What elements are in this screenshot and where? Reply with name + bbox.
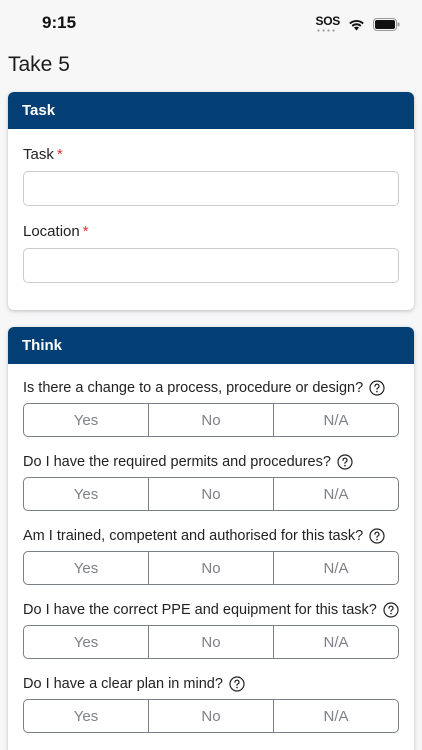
location-label-text: Location (23, 223, 80, 240)
answer-group-1: Yes No N/A (23, 403, 399, 437)
location-input[interactable] (23, 248, 399, 283)
question-text: Am I trained, competent and authorised f… (23, 528, 364, 544)
task-field-label: Task * (23, 146, 63, 163)
yes-button[interactable]: Yes (24, 700, 149, 732)
status-icons: SOS (315, 14, 400, 33)
yes-button[interactable]: Yes (24, 552, 149, 584)
yes-button[interactable]: Yes (24, 478, 149, 510)
task-input[interactable] (23, 171, 399, 206)
help-icon[interactable] (383, 602, 399, 618)
na-button[interactable]: N/A (274, 626, 398, 658)
sos-icon: SOS (315, 14, 341, 32)
help-icon[interactable] (369, 380, 385, 396)
page-title: Take 5 (8, 53, 70, 76)
think-card: Think Is there a change to a process, pr… (8, 327, 414, 750)
na-button[interactable]: N/A (274, 478, 398, 510)
status-bar: 9:15 SOS (0, 0, 422, 46)
task-card: Task Task * Location * (8, 92, 414, 310)
required-marker: * (82, 223, 89, 240)
answer-group-5: Yes No N/A (23, 699, 399, 733)
help-icon[interactable] (337, 454, 353, 470)
answer-group-3: Yes No N/A (23, 551, 399, 585)
battery-icon (373, 17, 400, 31)
task-label-text: Task (23, 146, 54, 163)
yes-button[interactable]: Yes (24, 404, 149, 436)
na-button[interactable]: N/A (274, 700, 398, 732)
required-marker: * (56, 146, 63, 163)
na-button[interactable]: N/A (274, 552, 398, 584)
no-button[interactable]: No (149, 552, 274, 584)
question-clear-plan: Do I have a clear plan in mind? (23, 676, 245, 692)
question-text: Do I have the required permits and proce… (23, 454, 331, 470)
no-button[interactable]: No (149, 404, 274, 436)
question-permits: Do I have the required permits and proce… (23, 454, 353, 470)
question-text: Is there a change to a process, procedur… (23, 380, 364, 396)
question-text: Do I have the correct PPE and equipment … (23, 602, 377, 618)
think-card-header: Think (8, 327, 414, 364)
sos-label: SOS (315, 14, 341, 28)
location-field-label: Location * (23, 223, 89, 240)
answer-group-2: Yes No N/A (23, 477, 399, 511)
question-change-process: Is there a change to a process, procedur… (23, 380, 385, 396)
na-button[interactable]: N/A (274, 404, 398, 436)
help-icon[interactable] (369, 528, 385, 544)
status-time: 9:15 (42, 13, 77, 32)
yes-button[interactable]: Yes (24, 626, 149, 658)
question-ppe: Do I have the correct PPE and equipment … (23, 602, 399, 618)
task-card-header: Task (8, 92, 414, 129)
no-button[interactable]: No (149, 700, 274, 732)
question-trained: Am I trained, competent and authorised f… (23, 528, 385, 544)
help-icon[interactable] (229, 676, 245, 692)
wifi-icon (349, 19, 364, 30)
no-button[interactable]: No (149, 478, 274, 510)
question-text: Do I have a clear plan in mind? (23, 676, 223, 692)
answer-group-4: Yes No N/A (23, 625, 399, 659)
no-button[interactable]: No (149, 626, 274, 658)
